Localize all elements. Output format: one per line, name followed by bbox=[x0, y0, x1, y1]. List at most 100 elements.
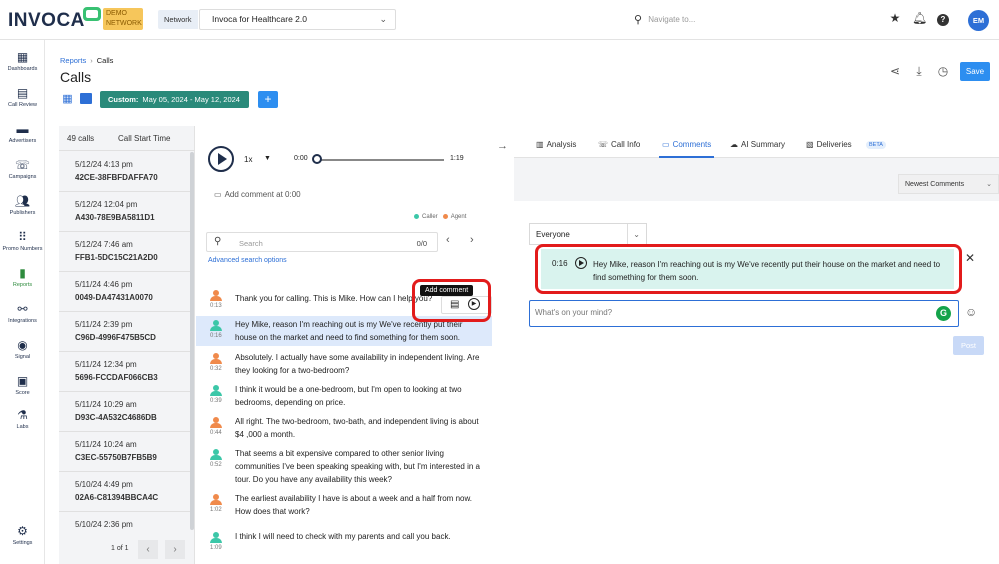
star-icon[interactable]: ★ bbox=[888, 11, 902, 25]
tab-ai-summary[interactable]: ☁ AI Summary bbox=[730, 130, 785, 158]
grammarly-icon[interactable]: G bbox=[936, 306, 951, 321]
help-icon[interactable]: ? bbox=[936, 11, 950, 26]
transcript-message[interactable]: 0:52 That seems a bit expensive compared… bbox=[196, 445, 492, 489]
agent-avatar-icon bbox=[210, 417, 222, 429]
history-icon[interactable]: ◷ bbox=[936, 64, 950, 78]
score-icon: ▣ bbox=[16, 374, 29, 388]
breadcrumb-reports-link[interactable]: Reports bbox=[60, 56, 86, 65]
tab-call-info[interactable]: ☏ Call Info bbox=[598, 130, 640, 158]
navigate-search[interactable]: ⚲ Navigate to... bbox=[634, 11, 834, 29]
caret-down-icon[interactable]: ▼ bbox=[264, 155, 271, 162]
advanced-search-link[interactable]: Advanced search options bbox=[208, 257, 287, 264]
sidebar-item-promo-numbers[interactable]: ⠿ Promo Numbers bbox=[0, 230, 45, 252]
post-button[interactable]: Post bbox=[953, 336, 984, 355]
call-row[interactable]: 5/12/24 7:46 am FFB1-5DC15C21A2D0 bbox=[59, 232, 190, 272]
avatar[interactable]: EM bbox=[968, 10, 989, 31]
next-page-button[interactable]: › bbox=[165, 540, 185, 559]
sidebar-item-publishers[interactable]: 👥︎ Publishers bbox=[0, 194, 45, 216]
annotation-highlight-box bbox=[412, 279, 491, 322]
comments-sort-select[interactable]: Newest Comments ⌄ bbox=[898, 174, 999, 194]
tab-comments[interactable]: ▭ Comments bbox=[659, 130, 715, 158]
comments-icon: ▭ bbox=[662, 140, 670, 149]
dashboard-icon: ▦ bbox=[16, 50, 29, 64]
cloud-icon: ☁ bbox=[730, 140, 738, 149]
transcript-search-input[interactable]: ⚲ Search 0/0 bbox=[206, 232, 438, 252]
bell-icon[interactable]: 🔔︎ bbox=[912, 11, 927, 25]
transcript-message[interactable]: 0:32 Absolutely. I actually have some av… bbox=[196, 349, 492, 379]
sidebar-item-score[interactable]: ▣ Score bbox=[0, 374, 45, 396]
navigate-placeholder: Navigate to... bbox=[648, 15, 696, 25]
playback-speed[interactable]: 1x bbox=[244, 155, 252, 164]
time-current: 0:00 bbox=[294, 155, 308, 162]
progress-handle[interactable] bbox=[312, 154, 322, 164]
calls-list-header: 49 calls Call Start Time bbox=[59, 126, 195, 151]
network-label: Network bbox=[158, 10, 198, 29]
sidebar-item-call-review[interactable]: ▤ Call Review bbox=[0, 86, 45, 108]
logo-bubble-icon bbox=[83, 7, 101, 21]
sidebar-item-dashboards[interactable]: ▦ Dashboards bbox=[0, 50, 45, 72]
transcript-message[interactable]: 0:39 I think it would be a one-bedroom, … bbox=[196, 381, 492, 411]
network-select[interactable]: Invoca for Healthcare 2.0 ⌄ bbox=[199, 9, 396, 30]
phone-icon: ☏ bbox=[598, 140, 609, 149]
calls-list-panel: 49 calls Call Start Time 5/12/24 4:13 pm… bbox=[59, 126, 195, 564]
play-icon[interactable] bbox=[208, 146, 234, 172]
search-next-icon[interactable]: › bbox=[470, 234, 474, 246]
agent-dot-icon bbox=[442, 214, 448, 219]
transcript-message[interactable]: 1:02 The earliest availability I have is… bbox=[196, 490, 492, 520]
sidebar-item-settings[interactable]: ⚙ Settings bbox=[0, 524, 45, 546]
list-view-icon[interactable] bbox=[79, 93, 92, 106]
call-row[interactable]: 5/10/24 2:36 pm bbox=[59, 512, 190, 536]
call-row[interactable]: 5/11/24 12:34 pm 5696-FCCDAF066CB3 bbox=[59, 352, 190, 392]
sidebar-item-reports[interactable]: ▮ Reports bbox=[0, 266, 45, 288]
call-row[interactable]: 5/11/24 10:24 am C3EC-55750B7FB5B9 bbox=[59, 432, 190, 472]
audience-select[interactable]: Everyone ⌄ bbox=[529, 223, 647, 246]
search-prev-icon[interactable]: ‹ bbox=[446, 234, 450, 246]
progress-track[interactable] bbox=[316, 159, 444, 161]
sidebar-item-signal[interactable]: ◉ Signal bbox=[0, 338, 45, 360]
search-result-count: 0/0 bbox=[416, 239, 427, 248]
date-range-button[interactable]: Custom: May 05, 2024 - May 12, 2024 bbox=[100, 91, 249, 108]
calls-scrollbar[interactable] bbox=[190, 152, 194, 530]
call-row[interactable]: 5/11/24 4:46 pm 0049-DA47431A0070 bbox=[59, 272, 190, 312]
advertisers-icon: ▬ bbox=[16, 122, 29, 136]
sidebar-item-advertisers[interactable]: ▬ Advertisers bbox=[0, 122, 45, 144]
tab-analysis[interactable]: ▥ Analysis bbox=[536, 130, 576, 158]
call-row[interactable]: 5/11/24 2:39 pm C96D-4996F475B5CD bbox=[59, 312, 190, 352]
invoca-logo[interactable]: INVOCA bbox=[8, 10, 85, 32]
caller-avatar-icon bbox=[210, 449, 222, 461]
prev-page-button[interactable]: ‹ bbox=[138, 540, 158, 559]
close-icon[interactable]: ✕ bbox=[965, 251, 975, 265]
grid-view-icon[interactable]: ▦ bbox=[61, 93, 74, 106]
caller-avatar-icon bbox=[210, 532, 222, 544]
download-icon[interactable]: ⤓ bbox=[912, 64, 926, 79]
transcript-message[interactable]: 0:44 All right. The two-bedroom, two-bat… bbox=[196, 413, 492, 443]
expand-arrow-icon[interactable]: → bbox=[497, 140, 508, 152]
calls-sort-header[interactable]: Call Start Time bbox=[118, 134, 170, 143]
agent-avatar-icon bbox=[210, 290, 222, 302]
transcript-message[interactable]: 1:09 I think I will need to check with m… bbox=[196, 528, 492, 558]
agent-avatar-icon bbox=[210, 353, 222, 365]
sidebar: ▦ Dashboards ▤ Call Review ▬ Advertisers ☏ C… bbox=[0, 40, 45, 564]
sidebar-item-labs[interactable]: ⚗ Labs bbox=[0, 408, 45, 430]
call-row[interactable]: 5/11/24 10:29 am D93C-4A532C4686DB bbox=[59, 392, 190, 432]
call-row[interactable]: 5/12/24 12:04 pm A430-78E9BA5811D1 bbox=[59, 192, 190, 232]
sidebar-item-integrations[interactable]: ⚯ Integrations bbox=[0, 302, 45, 324]
demo-network-badge: DEMO NETWORK bbox=[103, 8, 143, 30]
share-icon[interactable]: ⋖ bbox=[888, 64, 902, 78]
page-indicator: 1 of 1 bbox=[111, 545, 129, 552]
save-button[interactable]: Save bbox=[960, 62, 990, 81]
detail-tabs: ▥ Analysis ☏ Call Info ▭ Comments ☁ AI Summa… bbox=[514, 130, 999, 158]
labs-icon: ⚗ bbox=[17, 408, 28, 422]
add-filter-button[interactable]: + bbox=[258, 91, 278, 108]
call-row[interactable]: 5/12/24 4:13 pm 42CE-38FBFDAFFA70 bbox=[59, 152, 190, 192]
tab-deliveries[interactable]: ▧ Deliveries bbox=[806, 130, 852, 158]
comment-input[interactable]: What's on your mind? G bbox=[529, 300, 959, 327]
call-row[interactable]: 5/10/24 4:49 pm 02A6-C81394BBCA4C bbox=[59, 472, 190, 512]
page-title: Calls bbox=[60, 69, 92, 85]
sidebar-item-campaigns[interactable]: ☏ Campaigns bbox=[0, 158, 45, 180]
breadcrumb-separator: › bbox=[90, 56, 93, 65]
chevron-down-icon: ⌄ bbox=[379, 14, 387, 24]
caller-avatar-icon bbox=[210, 320, 222, 332]
emoji-icon[interactable]: ☺ bbox=[965, 305, 977, 319]
add-comment-at-link[interactable]: ▭ Add comment at 0:00 bbox=[214, 190, 301, 199]
